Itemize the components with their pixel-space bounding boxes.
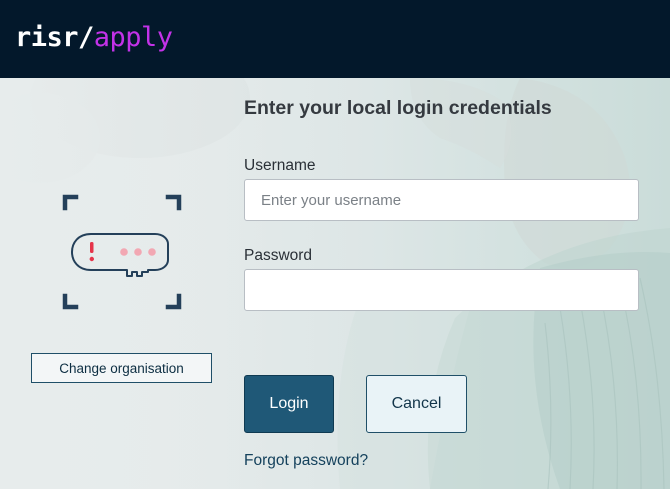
username-label: Username [244, 157, 316, 174]
password-label: Password [244, 247, 313, 264]
key-illustration [58, 193, 186, 315]
password-input[interactable] [244, 269, 639, 311]
app-header: risr/apply [0, 0, 670, 78]
key-icon [62, 194, 182, 310]
forgot-password-link[interactable]: Forgot password? [244, 452, 368, 470]
risr-apply-logo[interactable]: risr/apply [15, 22, 173, 54]
page-title: Enter your local login credentials [244, 97, 552, 119]
logo-secondary-text: apply [93, 22, 173, 53]
change-organisation-button[interactable]: Change organisation [31, 353, 212, 383]
cancel-button[interactable]: Cancel [366, 375, 467, 433]
username-input[interactable] [244, 179, 639, 221]
logo-primary-text: risr/ [15, 22, 94, 53]
login-button[interactable]: Login [244, 375, 334, 433]
login-page: Change organisation Enter your local log… [0, 78, 670, 489]
